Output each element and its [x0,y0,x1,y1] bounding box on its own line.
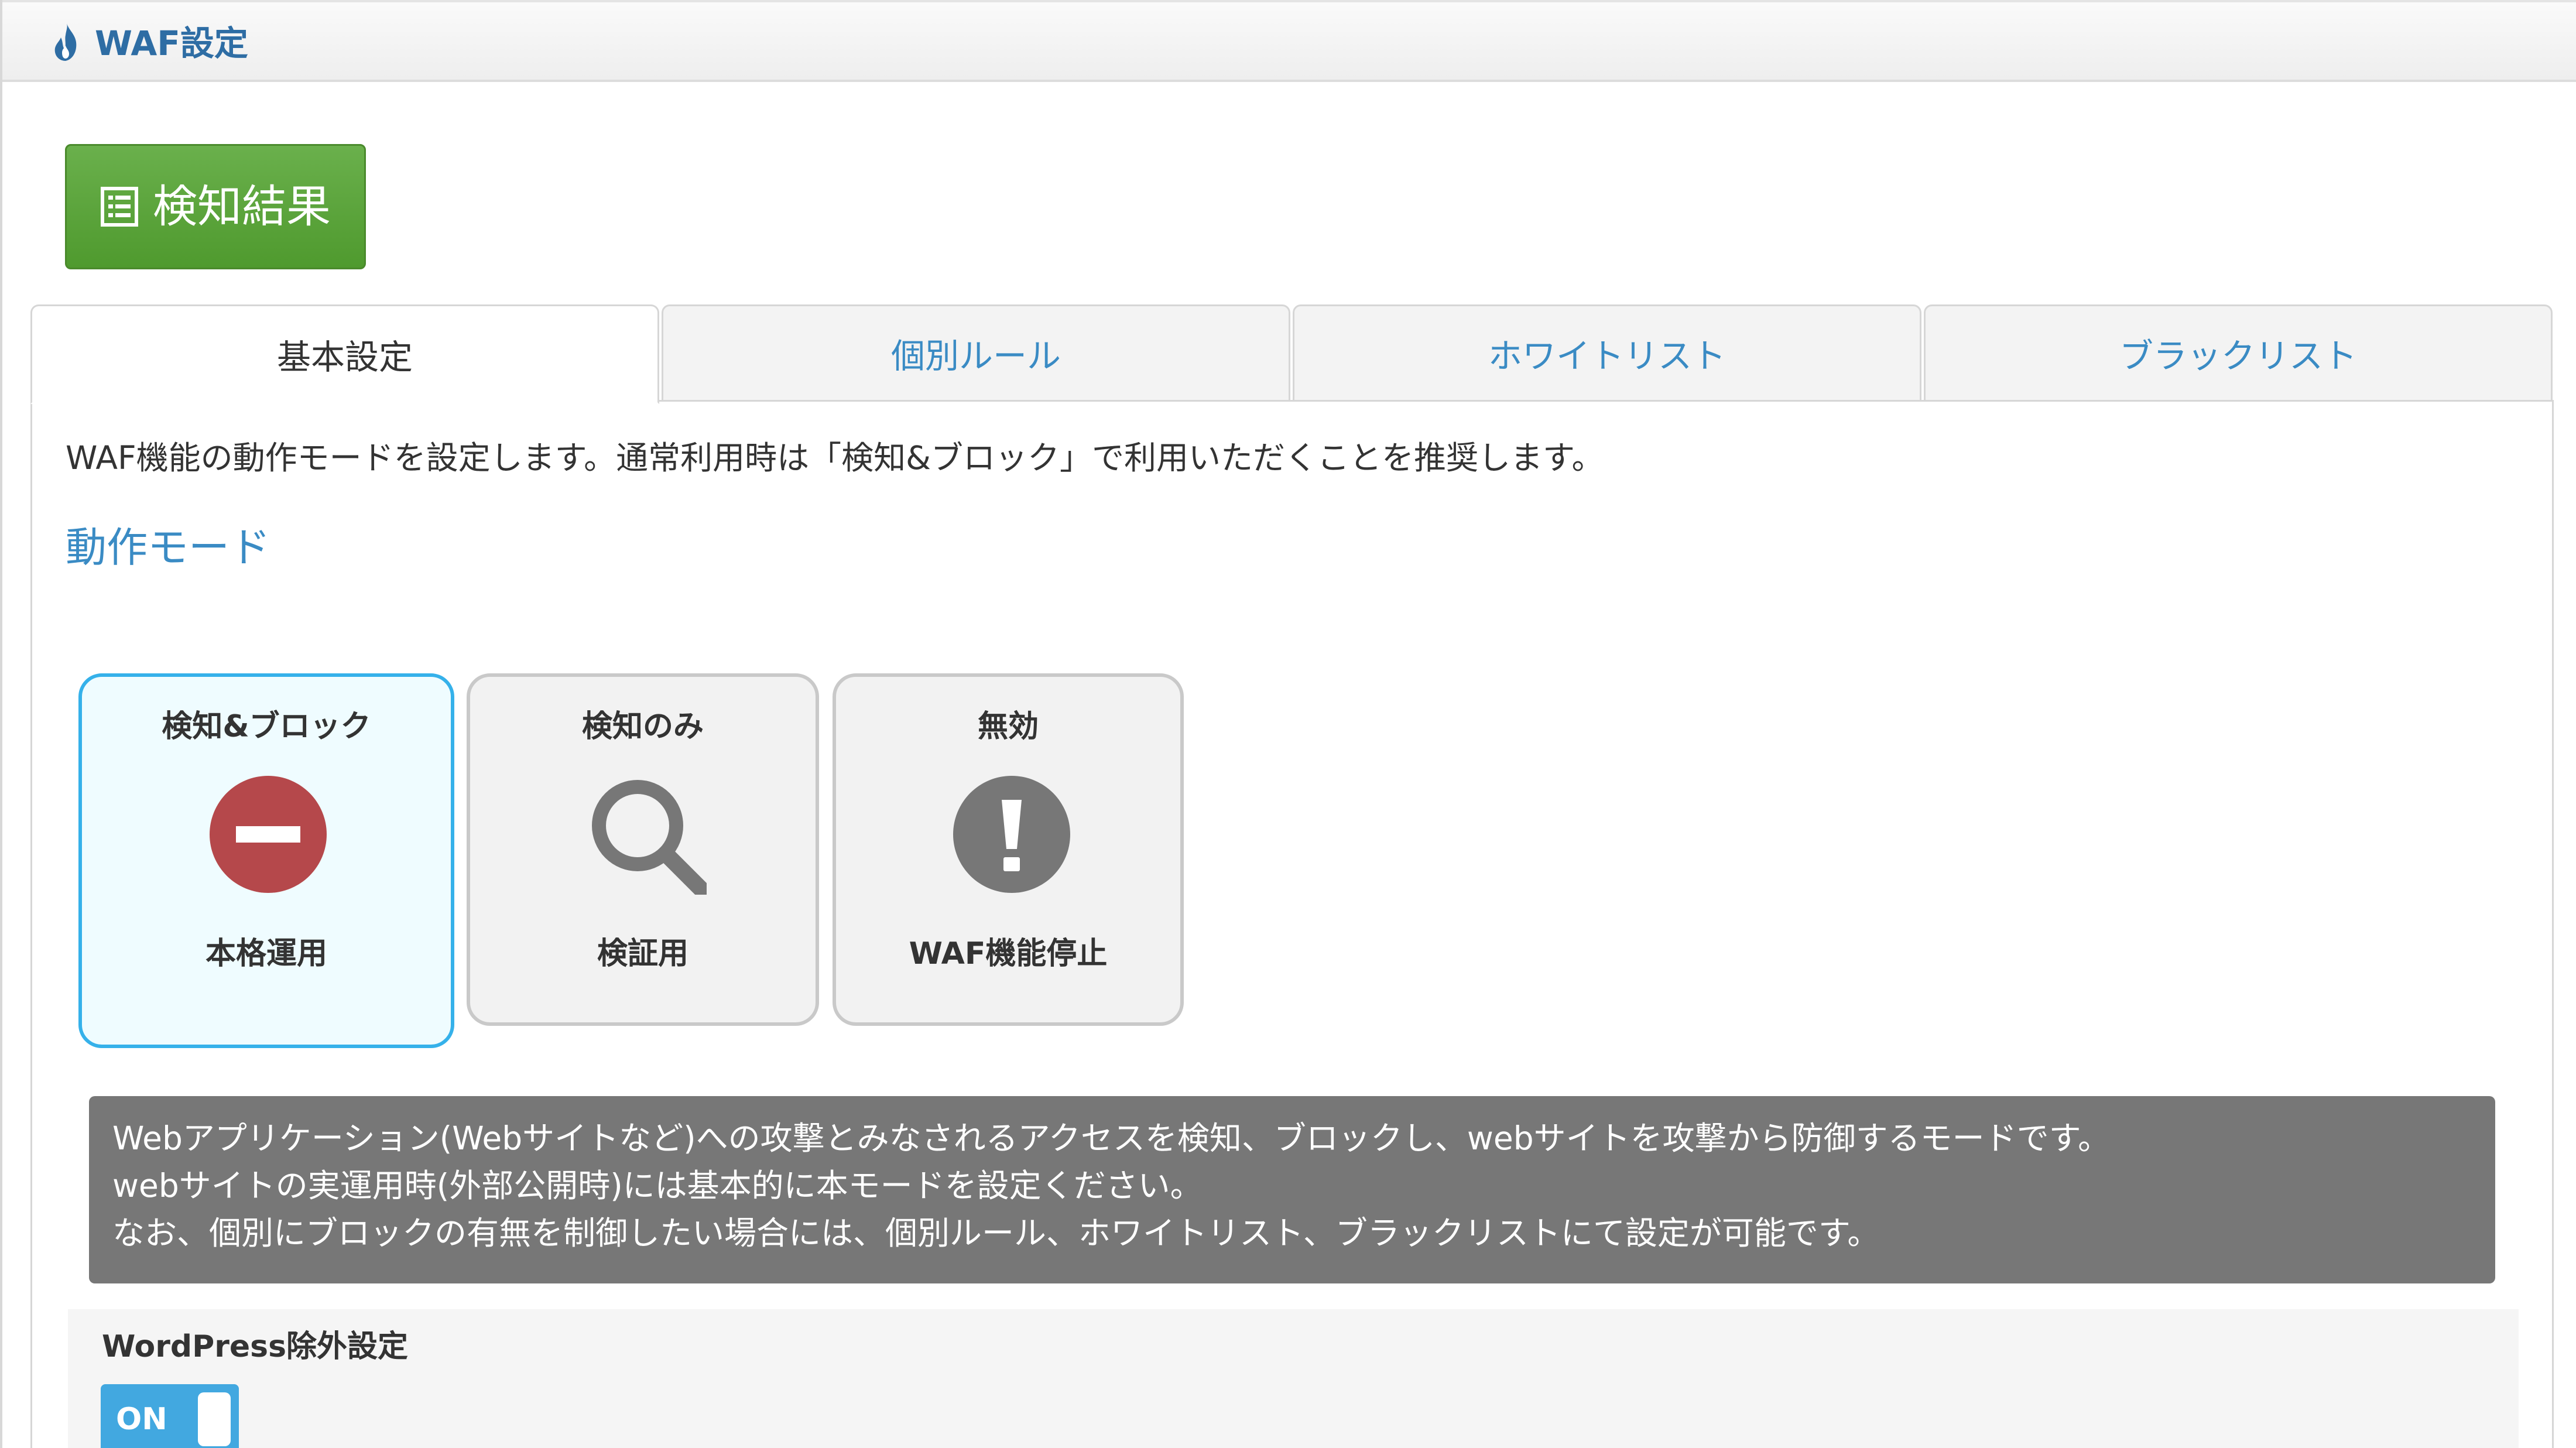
wordpress-exclusion-section: WordPress除外設定 ON [68,1309,2519,1448]
tab-blacklist[interactable]: ブラックリスト [1924,304,2553,402]
mode-title: 無効 [977,709,1039,744]
detection-results-button[interactable]: 検知結果 [65,144,366,269]
mode-card-detect-block[interactable]: 検知&ブロック 本格運用 [78,673,454,1048]
mode-card-detect-only[interactable]: 検知のみ 検証用 [467,673,819,1026]
mode-description-line: Webアプリケーション(Webサイトなど)への攻撃とみなされるアクセスを検知、ブ… [112,1120,2111,1157]
magnifier-icon [592,780,707,895]
wordpress-exclusion-label: WordPress除外設定 [102,1329,409,1364]
mode-subtitle: 本格運用 [205,936,327,971]
page-header: WAF設定 [2,0,2576,82]
settings-tabs: 基本設定 個別ルール ホワイトリスト ブラックリスト [30,304,2554,404]
mode-title: 検知&ブロック [162,709,371,744]
intro-text: WAF機能の動作モードを設定します。通常利用時は「検知&ブロック」で利用いただく… [66,439,1604,477]
mode-heading: 動作モード [66,523,270,571]
mode-description-line: webサイトの実運用時(外部公開時)には基本的に本モードを設定ください。 [112,1167,1203,1204]
mode-description-line: なお、個別にブロックの有無を制御したい場合には、個別ルール、ホワイトリスト、ブラ… [112,1214,1880,1252]
list-icon [101,187,138,227]
detection-results-label: 検知結果 [153,180,331,232]
mode-subtitle: 検証用 [597,936,688,971]
exclamation-icon [953,776,1070,893]
tab-basic-settings[interactable]: 基本設定 [30,304,659,404]
flame-icon [54,23,77,61]
toggle-knob[interactable] [198,1392,231,1446]
mode-description-box: Webアプリケーション(Webサイトなど)への攻撃とみなされるアクセスを検知、ブ… [89,1096,2495,1283]
wordpress-exclusion-toggle[interactable]: ON [101,1384,239,1448]
waf-settings-page: WAF設定 検知結果 基本設定 個別ルール ホワイトリスト ブラックリスト WA… [0,0,2576,1448]
block-icon [210,776,327,893]
tab-whitelist[interactable]: ホワイトリスト [1293,304,1921,402]
toggle-state-label: ON [116,1402,167,1437]
page-title: WAF設定 [95,23,248,63]
mode-card-disabled[interactable]: 無効 WAF機能停止 [833,673,1184,1026]
mode-subtitle: WAF機能停止 [909,936,1108,971]
mode-title: 検知のみ [581,709,704,744]
tab-individual-rules[interactable]: 個別ルール [662,304,1290,402]
